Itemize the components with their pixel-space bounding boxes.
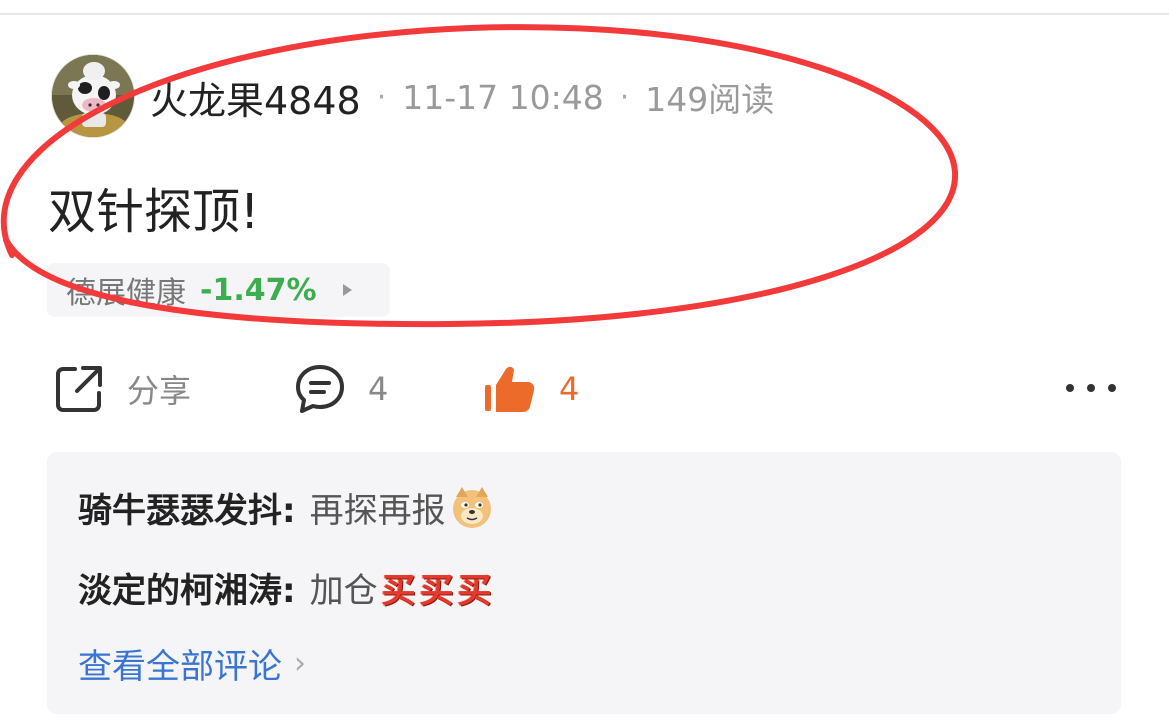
- buy-emoji: 买: [457, 570, 492, 611]
- comment-button[interactable]: 4: [294, 362, 388, 416]
- share-label: 分享: [127, 372, 192, 410]
- like-button[interactable]: 4: [483, 362, 579, 416]
- post-text: 双针探顶!: [48, 184, 260, 240]
- stock-tag[interactable]: 德展健康 -1.47%: [47, 263, 390, 317]
- buy-emoji: 买: [419, 570, 454, 611]
- thumbs-up-icon: [485, 366, 535, 412]
- post-time: 11-17 10:48: [402, 77, 604, 117]
- comment-item[interactable]: 骑牛瑟瑟发抖: 再探再报: [78, 480, 496, 534]
- share-button[interactable]: 分享: [53, 362, 191, 416]
- post-page: 火龙果4848 · 11-17 10:48 · 149阅读 双针探顶! 德展健康…: [0, 0, 1169, 728]
- doge-icon: [452, 487, 491, 528]
- author-name[interactable]: 火龙果4848: [150, 70, 361, 125]
- author-avatar[interactable]: [51, 54, 135, 138]
- comments-panel: 骑牛瑟瑟发抖: 再探再报 淡定的柯湘涛: 加仓 买 买 买 查看全部评论 ›: [47, 452, 1121, 714]
- comment-author[interactable]: 淡定的柯湘涛:: [78, 563, 296, 612]
- comment-author[interactable]: 骑牛瑟瑟发抖:: [78, 483, 296, 532]
- top-divider: [0, 13, 1169, 15]
- cow-figure-icon: [52, 55, 134, 137]
- more-options-icon[interactable]: [1066, 376, 1116, 400]
- more-dot: [1066, 384, 1074, 392]
- post-header: 火龙果4848 · 11-17 10:48 · 149阅读: [150, 74, 775, 123]
- comment-item[interactable]: 淡定的柯湘涛: 加仓 买 买 买: [78, 560, 492, 614]
- stock-change: -1.47%: [200, 272, 317, 308]
- more-dot: [1108, 384, 1116, 392]
- chevron-right-icon: ›: [294, 645, 306, 681]
- stock-name: 德展健康: [66, 276, 186, 311]
- view-all-comments-link[interactable]: 查看全部评论 ›: [78, 640, 306, 687]
- comment-text: 加仓: [309, 570, 378, 611]
- share-icon: [56, 366, 102, 412]
- comment-icon: [296, 365, 344, 413]
- more-dot: [1087, 384, 1095, 392]
- play-arrow-icon: [342, 284, 352, 296]
- view-all-label: 查看全部评论: [78, 646, 282, 687]
- separator-dot: ·: [376, 79, 387, 115]
- like-count: 4: [559, 370, 580, 408]
- separator-dot: ·: [619, 79, 630, 115]
- read-count: 149阅读: [645, 80, 775, 119]
- comment-text: 再探再报: [309, 490, 446, 531]
- buy-emoji: 买: [381, 570, 416, 611]
- comment-count: 4: [368, 370, 389, 408]
